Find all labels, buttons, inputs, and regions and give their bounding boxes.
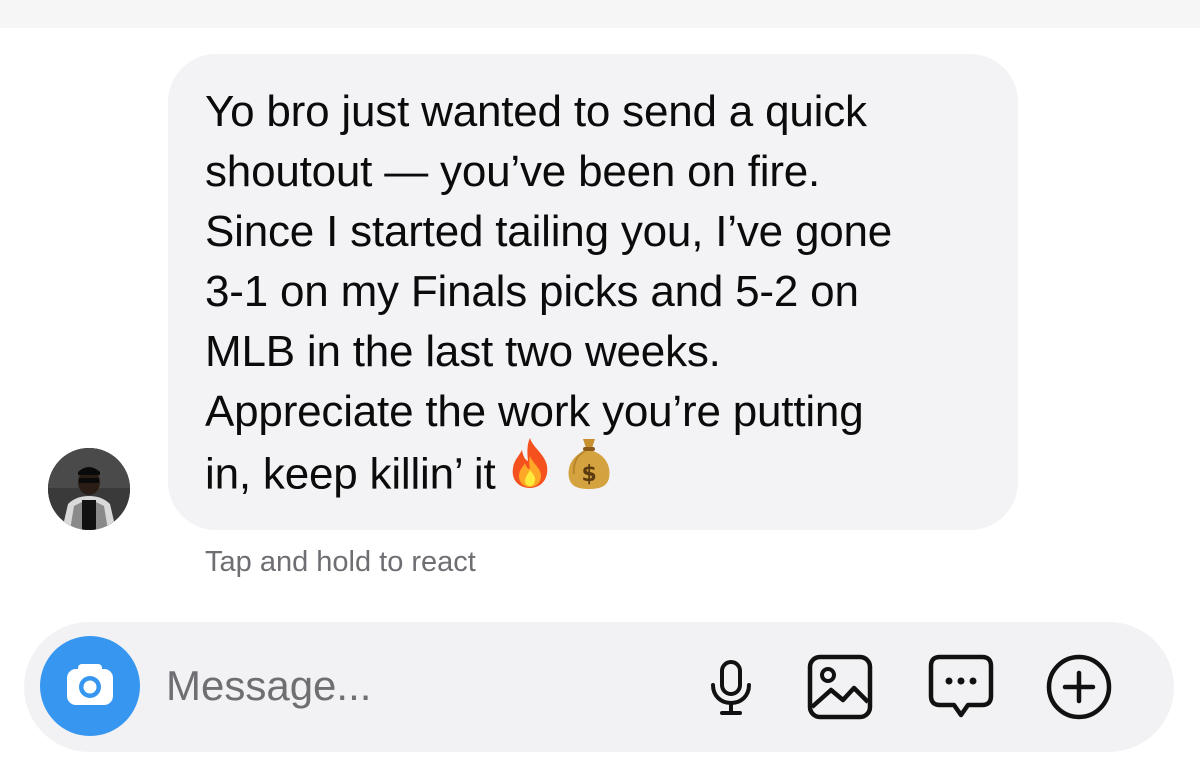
camera-button[interactable] — [40, 636, 140, 736]
message-composer — [24, 622, 1174, 752]
message-line: 3-1 on my Finals picks and 5-2 on — [205, 267, 859, 316]
react-hint: Tap and hold to react — [205, 546, 476, 578]
message-line: Yo bro just wanted to send a quick — [205, 87, 867, 136]
message-line: Since I started tailing you, I’ve gone — [205, 207, 893, 256]
avatar[interactable] — [48, 448, 130, 530]
add-button[interactable] — [1044, 652, 1114, 722]
gallery-icon — [807, 654, 873, 720]
message-input[interactable] — [166, 652, 666, 720]
fire-emoji-icon — [505, 436, 555, 506]
top-strip — [0, 0, 1200, 28]
svg-text:$: $ — [582, 462, 597, 487]
microphone-icon — [711, 660, 751, 715]
gallery-button[interactable] — [805, 652, 875, 722]
message-line-last: in, keep killin’ it $ — [205, 438, 988, 512]
message-text: Yo bro just wanted to send a quick shout… — [205, 82, 988, 512]
camera-icon — [67, 664, 113, 705]
message-line: MLB in the last two weeks. — [205, 327, 721, 376]
message-line: shoutout — you’ve been on fire. — [205, 147, 821, 196]
message-line-text: in, keep killin’ it — [205, 449, 496, 499]
sticker-button[interactable] — [926, 652, 996, 722]
message-line: Appreciate the work you’re putting — [205, 387, 864, 436]
microphone-button[interactable] — [696, 652, 766, 722]
sticker-icon — [928, 654, 994, 718]
money-bag-emoji-icon: $ — [565, 436, 613, 506]
message-bubble[interactable]: Yo bro just wanted to send a quick shout… — [168, 54, 1018, 530]
plus-icon — [1046, 654, 1112, 720]
